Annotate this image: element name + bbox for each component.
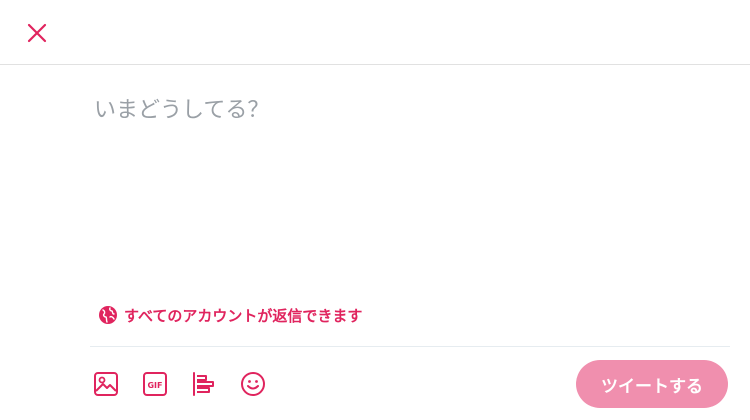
modal-header — [0, 0, 750, 65]
tweet-compose-modal: すべてのアカウントが返信できます GIF — [0, 0, 750, 420]
close-button[interactable] — [18, 14, 56, 52]
gif-icon: GIF — [143, 372, 167, 396]
tweet-button[interactable]: ツイートする — [576, 360, 728, 408]
emoji-button[interactable] — [235, 366, 271, 402]
compose-toolbar: GIF — [88, 366, 271, 402]
media-button[interactable] — [88, 366, 124, 402]
gif-button[interactable]: GIF — [137, 366, 173, 402]
emoji-icon — [241, 372, 265, 396]
poll-button[interactable] — [186, 366, 222, 402]
reply-setting-label: すべてのアカウントが返信できます — [124, 306, 363, 325]
globe-icon — [99, 306, 117, 324]
close-icon — [27, 23, 47, 43]
poll-icon — [193, 372, 214, 396]
image-icon — [94, 372, 118, 396]
tweet-text-input[interactable] — [94, 92, 714, 282]
composer-area — [94, 92, 714, 282]
gif-icon-text: GIF — [147, 381, 162, 390]
reply-setting-button[interactable]: すべてのアカウントが返信できます — [98, 302, 362, 328]
divider — [90, 346, 730, 347]
